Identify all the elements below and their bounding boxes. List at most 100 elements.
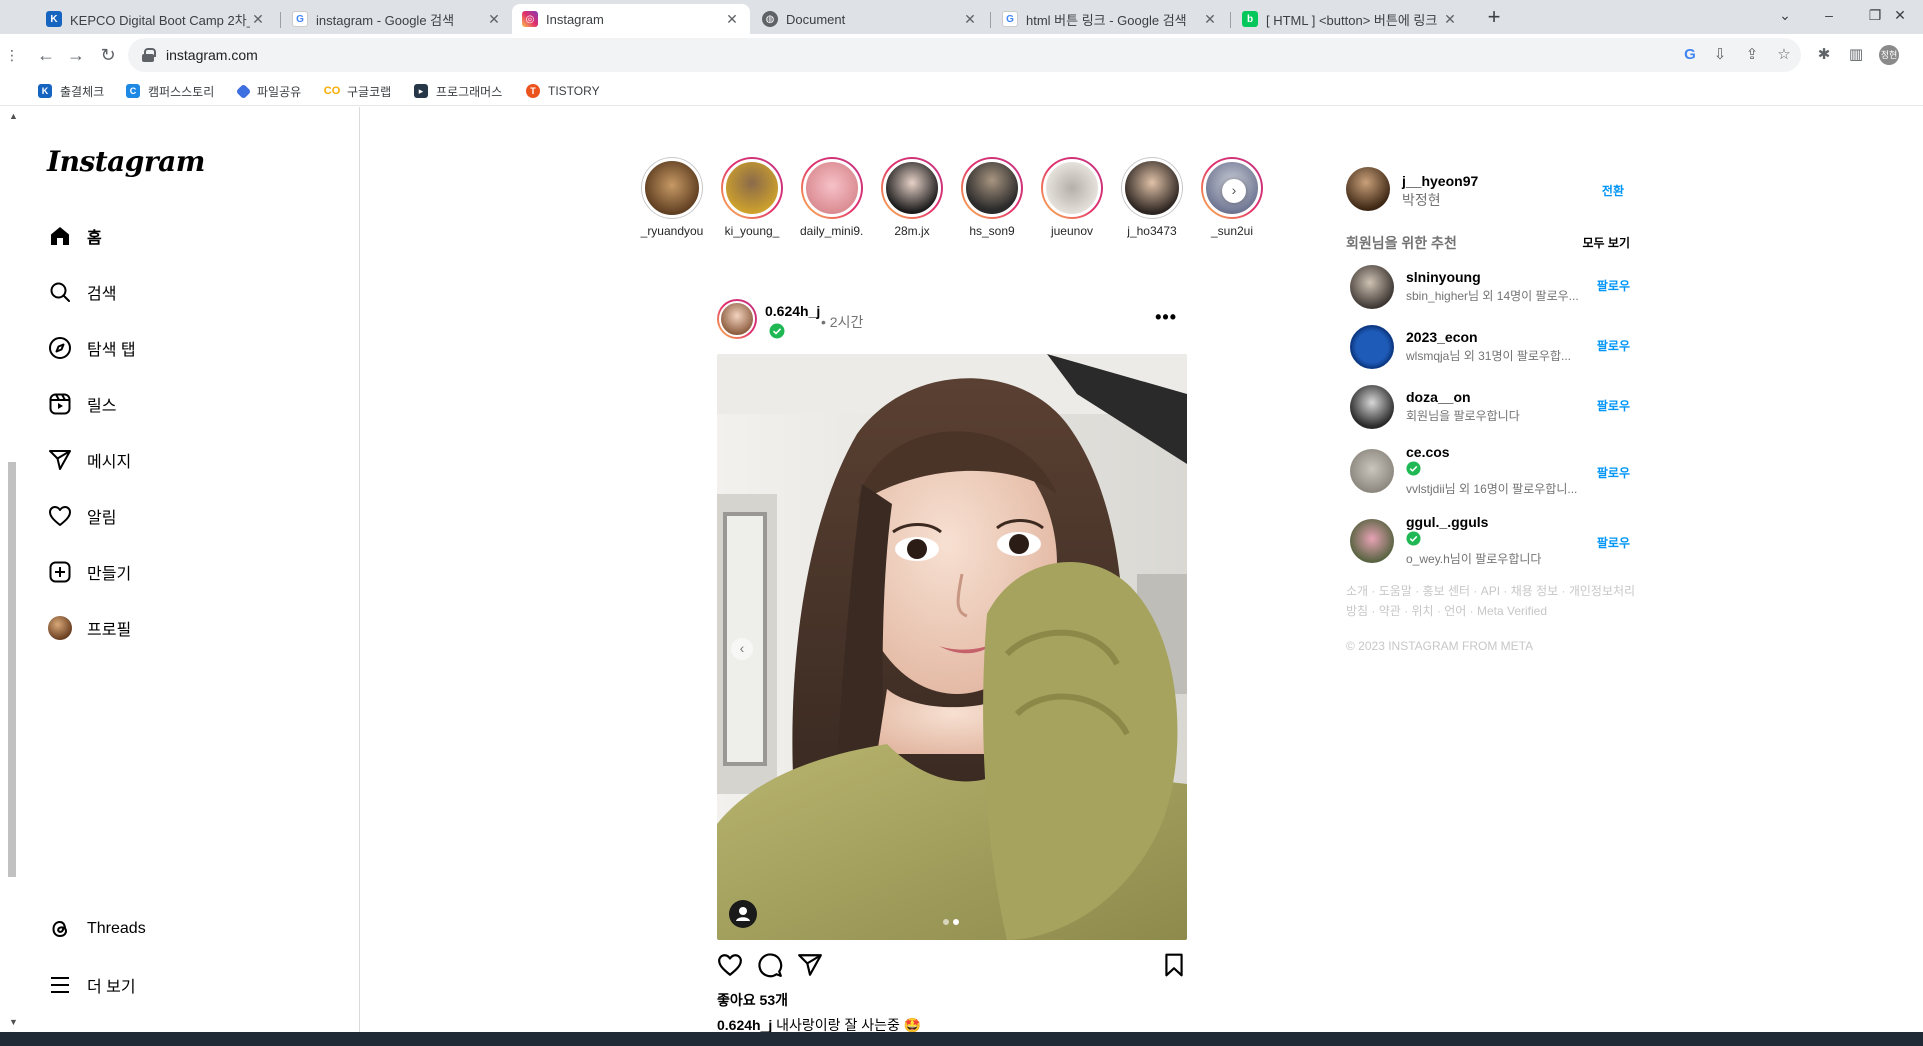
tab-google-instagram[interactable]: G instagram - Google 검색 ✕ [282, 4, 512, 34]
close-window-button[interactable]: ✕ [1877, 0, 1923, 30]
prev-image-chevron-icon[interactable]: ‹ [731, 638, 753, 660]
suggestion-subtitle: o_wey.h님이 팔로우합니다 [1406, 552, 1542, 566]
story-ring [961, 157, 1023, 219]
see-all-button[interactable]: 모두 보기 [1583, 234, 1631, 251]
star-icon[interactable]: ☆ [1775, 46, 1793, 64]
tab-blog[interactable]: b [ HTML ] <button> 버튼에 링크 ✕ [1232, 4, 1468, 34]
story-item[interactable]: j_ho3473 [1120, 157, 1184, 238]
more-options-icon[interactable]: ••• [1155, 307, 1177, 328]
share-send-icon[interactable] [797, 952, 823, 978]
scrollbar-thumb[interactable] [8, 462, 16, 877]
nav-messages[interactable]: 메시지 [47, 442, 131, 478]
extensions-icon[interactable]: ✱ [1815, 46, 1833, 64]
avatar[interactable] [1350, 385, 1394, 429]
bookmark-colab[interactable]: CO 구글코랩 [324, 82, 391, 100]
follow-button[interactable]: 팔로우 [1597, 464, 1630, 481]
bookmark-campus-story[interactable]: C 캠퍼스스토리 [126, 82, 214, 100]
follow-button[interactable]: 팔로우 [1597, 337, 1630, 354]
bookmark-tistory[interactable]: T TISTORY [526, 82, 600, 100]
suggestion-username[interactable]: slninyoung [1406, 269, 1481, 285]
close-icon[interactable]: ✕ [962, 11, 978, 28]
app-menu-dots-icon[interactable]: ⋮ [0, 43, 24, 67]
blog-icon: b [1242, 11, 1258, 27]
close-icon[interactable]: ✕ [1202, 11, 1218, 28]
footer-links[interactable]: 소개 · 도움말 · 홍보 센터 · API · 채용 정보 · 개인정보처리방… [1346, 581, 1636, 621]
close-icon[interactable]: ✕ [486, 11, 502, 28]
like-heart-icon[interactable] [717, 952, 743, 978]
reload-button[interactable]: ↻ [96, 43, 120, 67]
nav-home[interactable]: 홈 [47, 218, 102, 254]
avatar[interactable] [1350, 519, 1394, 563]
story-item[interactable]: ki_young_ [720, 157, 784, 238]
page-scrollbar[interactable]: ▲ ▼ [0, 107, 22, 1032]
nav-explore[interactable]: 탐색 탭 [47, 330, 136, 366]
bookmark-programmers[interactable]: ▸ 프로그래머스 [414, 82, 502, 100]
story-avatar [963, 159, 1021, 217]
scroll-down-arrow-icon[interactable]: ▼ [9, 1017, 18, 1027]
avatar [48, 616, 72, 640]
suggestion-subtitle: vvlstjdii님 외 16명이 팔로우합니... [1406, 482, 1578, 496]
tab-kepco[interactable]: K KEPCO Digital Boot Camp 2차_ ✕ [36, 4, 276, 34]
comment-icon[interactable] [757, 952, 783, 978]
suggestion-username[interactable]: ce.cos [1406, 444, 1450, 460]
follow-button[interactable]: 팔로우 [1597, 277, 1630, 294]
close-icon[interactable]: ✕ [250, 11, 266, 28]
suggestion-username[interactable]: doza__on [1406, 389, 1471, 405]
like-count[interactable]: 좋아요 53개 [717, 990, 788, 1010]
post-author-avatar[interactable] [717, 299, 757, 339]
story-item[interactable]: hs_son9 [960, 157, 1024, 238]
install-icon[interactable]: ⇩ [1711, 46, 1729, 64]
nav-reels[interactable]: 릴스 [47, 386, 116, 422]
nav-create[interactable]: 만들기 [47, 554, 131, 590]
forward-button[interactable]: → [64, 43, 88, 67]
avatar[interactable] [1350, 325, 1394, 369]
follow-button[interactable]: 팔로우 [1597, 397, 1630, 414]
google-lens-icon[interactable]: G [1681, 46, 1699, 64]
story-item[interactable]: _ryuandyou [640, 157, 704, 238]
post-image[interactable]: ‹ [717, 354, 1187, 940]
tab-search-chevron-icon[interactable]: ⌄ [1762, 0, 1808, 30]
nav-profile[interactable]: 프로필 [47, 610, 131, 646]
tab-document[interactable]: ◍ Document ✕ [752, 4, 988, 34]
story-item[interactable]: 28m.jx [880, 157, 944, 238]
tab-instagram[interactable]: ◎ Instagram ✕ [512, 4, 750, 34]
close-icon[interactable]: ✕ [1442, 11, 1458, 28]
address-bar[interactable]: instagram.com [128, 38, 1801, 72]
close-icon[interactable]: ✕ [724, 11, 740, 28]
instagram-logo[interactable]: Instagram [47, 145, 205, 178]
nav-search[interactable]: 검색 [47, 274, 116, 310]
new-tab-button[interactable]: + [1480, 5, 1508, 29]
avatar[interactable] [1350, 449, 1394, 493]
avatar[interactable] [1350, 265, 1394, 309]
nav-more[interactable]: 더 보기 [47, 967, 136, 1003]
story-item[interactable]: daily_mini9... [800, 157, 864, 238]
bookmark-file-share[interactable]: 파일공유 [235, 82, 301, 100]
tagged-users-icon[interactable] [729, 900, 757, 928]
nav-notifications[interactable]: 알림 [47, 498, 116, 534]
nav-threads[interactable]: Threads [47, 911, 146, 947]
post-username[interactable]: 0.624h_j [765, 303, 820, 319]
copyright: © 2023 INSTAGRAM FROM META [1346, 639, 1534, 653]
bookmark-save-icon[interactable] [1161, 952, 1187, 978]
minimize-button[interactable]: – [1806, 0, 1852, 30]
side-panel-icon[interactable]: ▥ [1847, 46, 1865, 64]
follow-button[interactable]: 팔로우 [1597, 534, 1630, 551]
switch-account-button[interactable]: 전환 [1602, 182, 1624, 199]
suggestion-username[interactable]: ggul._.gguls [1406, 514, 1488, 530]
caption-username[interactable]: 0.624h_j [717, 1017, 772, 1032]
scroll-up-arrow-icon[interactable]: ▲ [9, 111, 18, 121]
profile-avatar-icon[interactable]: 정현 [1879, 45, 1899, 65]
story-username: 28m.jx [894, 224, 930, 238]
tab-title: KEPCO Digital Boot Camp 2차_ [70, 12, 250, 28]
stories-next-chevron-icon[interactable]: › [1222, 179, 1246, 203]
share-icon[interactable]: ⇪ [1743, 46, 1761, 64]
tab-google-html[interactable]: G html 버튼 링크 - Google 검색 ✕ [992, 4, 1228, 34]
suggestion-username[interactable]: 2023_econ [1406, 329, 1478, 345]
back-button[interactable]: ← [34, 43, 58, 67]
story-item[interactable]: jueunov [1040, 157, 1104, 238]
avatar[interactable] [1346, 167, 1390, 211]
current-username[interactable]: j__hyeon97 [1402, 173, 1478, 189]
bookmark-attendance[interactable]: K 출결체크 [38, 82, 104, 100]
story-avatar [883, 159, 941, 217]
nav-label: 릴스 [87, 398, 117, 415]
